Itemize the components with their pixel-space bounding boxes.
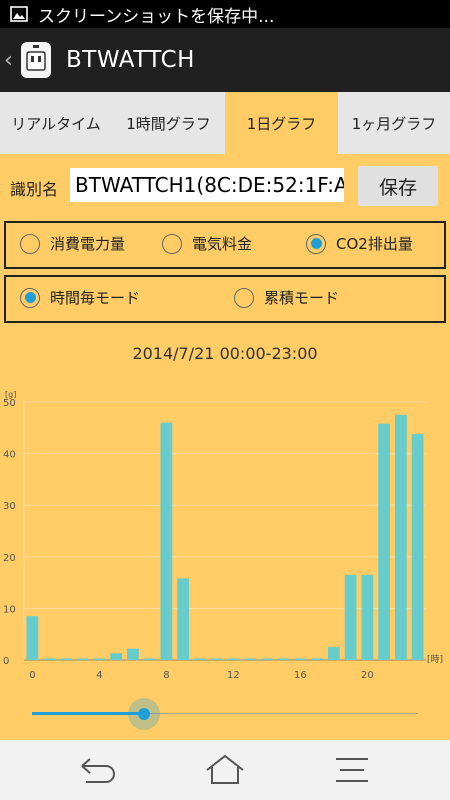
identifier-row: 識別名 BTWATTCH1(8C:DE:52:1F:A 保存 — [0, 166, 450, 206]
y-tick-label: 30 — [3, 501, 16, 512]
x-tick-label: 20 — [361, 670, 374, 681]
app-logo-icon[interactable] — [18, 39, 54, 81]
navigation-bar — [0, 740, 450, 800]
app-title: BTWATTCH — [66, 47, 195, 73]
radio-label: 累積モード — [264, 289, 340, 307]
bar — [378, 423, 390, 660]
bar — [143, 658, 156, 660]
y-axis-label: [g] — [5, 390, 16, 399]
radio-label: 時間毎モード — [50, 289, 141, 307]
radio-hourly-mode[interactable]: 時間毎モード — [20, 287, 140, 308]
tab-realtime[interactable]: リアルタイム — [0, 92, 112, 154]
status-notification-text: スクリーンショットを保存中... — [38, 6, 275, 27]
tab-daily-graph[interactable]: 1日グラフ — [225, 92, 338, 154]
tab-monthly-graph[interactable]: 1ヶ月グラフ — [338, 92, 450, 154]
tab-hourly-graph[interactable]: 1時間グラフ — [112, 92, 225, 154]
status-bar: スクリーンショットを保存中... — [0, 0, 450, 28]
radio-cumulative-mode[interactable]: 累積モード — [234, 287, 339, 308]
x-tick-label: 16 — [294, 670, 307, 681]
radio-circle[interactable] — [20, 233, 40, 254]
y-tick-label: 20 — [3, 553, 16, 564]
save-button[interactable]: 保存 — [358, 166, 438, 206]
bar — [60, 658, 72, 660]
bar — [76, 658, 89, 660]
image-notification-icon — [10, 6, 28, 22]
radio-circle[interactable] — [162, 233, 182, 254]
x-tick-label: 8 — [163, 670, 169, 681]
action-bar: ‹ BTWATTCH — [0, 28, 450, 92]
back-icon[interactable] — [76, 752, 120, 788]
home-icon[interactable] — [203, 752, 247, 788]
bar — [43, 658, 55, 660]
radio-electricity-cost[interactable]: 電気料金 — [162, 233, 252, 254]
metric-radio-group: 消費電力量 電気料金 CO2排出量 — [4, 221, 446, 269]
x-tick-label: 0 — [29, 670, 35, 681]
bar — [277, 658, 290, 660]
main-content: 識別名 BTWATTCH1(8C:DE:52:1F:A 保存 消費電力量 電気料… — [0, 154, 450, 740]
bar — [261, 658, 273, 660]
x-tick-label: 12 — [227, 670, 240, 681]
bar — [177, 578, 189, 660]
radio-power-consumption[interactable]: 消費電力量 — [20, 233, 125, 254]
bar — [244, 658, 256, 660]
bar — [294, 658, 307, 660]
bar — [110, 653, 122, 660]
tab-bar: リアルタイム 1時間グラフ 1日グラフ 1ヶ月グラフ — [0, 92, 450, 154]
bar — [395, 414, 407, 660]
bar — [194, 658, 206, 660]
bar — [93, 658, 106, 660]
bar — [311, 658, 323, 660]
radio-circle-checked[interactable] — [20, 287, 40, 308]
radio-label: 電気料金 — [192, 235, 253, 253]
y-tick-label: 40 — [3, 450, 16, 461]
co2-bar-chart: 0 10 20 30 40 50[g] [時] 0 4 8 12 16 20 — [3, 390, 443, 681]
x-tick-label: 4 — [96, 670, 102, 681]
identifier-input[interactable]: BTWATTCH1(8C:DE:52:1F:A — [70, 168, 344, 202]
radio-label: 消費電力量 — [50, 235, 126, 253]
bar — [328, 647, 340, 660]
x-axis-label: [時] — [427, 654, 443, 665]
radio-label: CO2排出量 — [336, 235, 413, 253]
bar — [344, 574, 357, 660]
date-range-label: 2014/7/21 00:00-23:00 — [132, 344, 318, 363]
radio-circle[interactable] — [234, 287, 254, 308]
bar — [127, 648, 139, 660]
y-tick-label: 50 — [3, 398, 16, 409]
radio-circle-checked[interactable] — [306, 233, 326, 254]
bar — [210, 658, 223, 660]
radio-co2-emission[interactable]: CO2排出量 — [306, 233, 413, 254]
y-tick-label: 10 — [3, 604, 16, 615]
bar — [26, 616, 39, 660]
up-chevron-icon[interactable]: ‹ — [4, 48, 16, 73]
identifier-label: 識別名 — [10, 180, 59, 199]
slider-thumb[interactable] — [127, 698, 160, 730]
bar — [361, 574, 374, 660]
y-tick-label: 0 — [3, 656, 9, 667]
mode-radio-group: 時間毎モード 累積モード — [4, 275, 446, 323]
menu-icon[interactable] — [330, 752, 374, 788]
bar — [227, 658, 240, 660]
bar — [160, 422, 173, 660]
bar — [411, 433, 424, 660]
